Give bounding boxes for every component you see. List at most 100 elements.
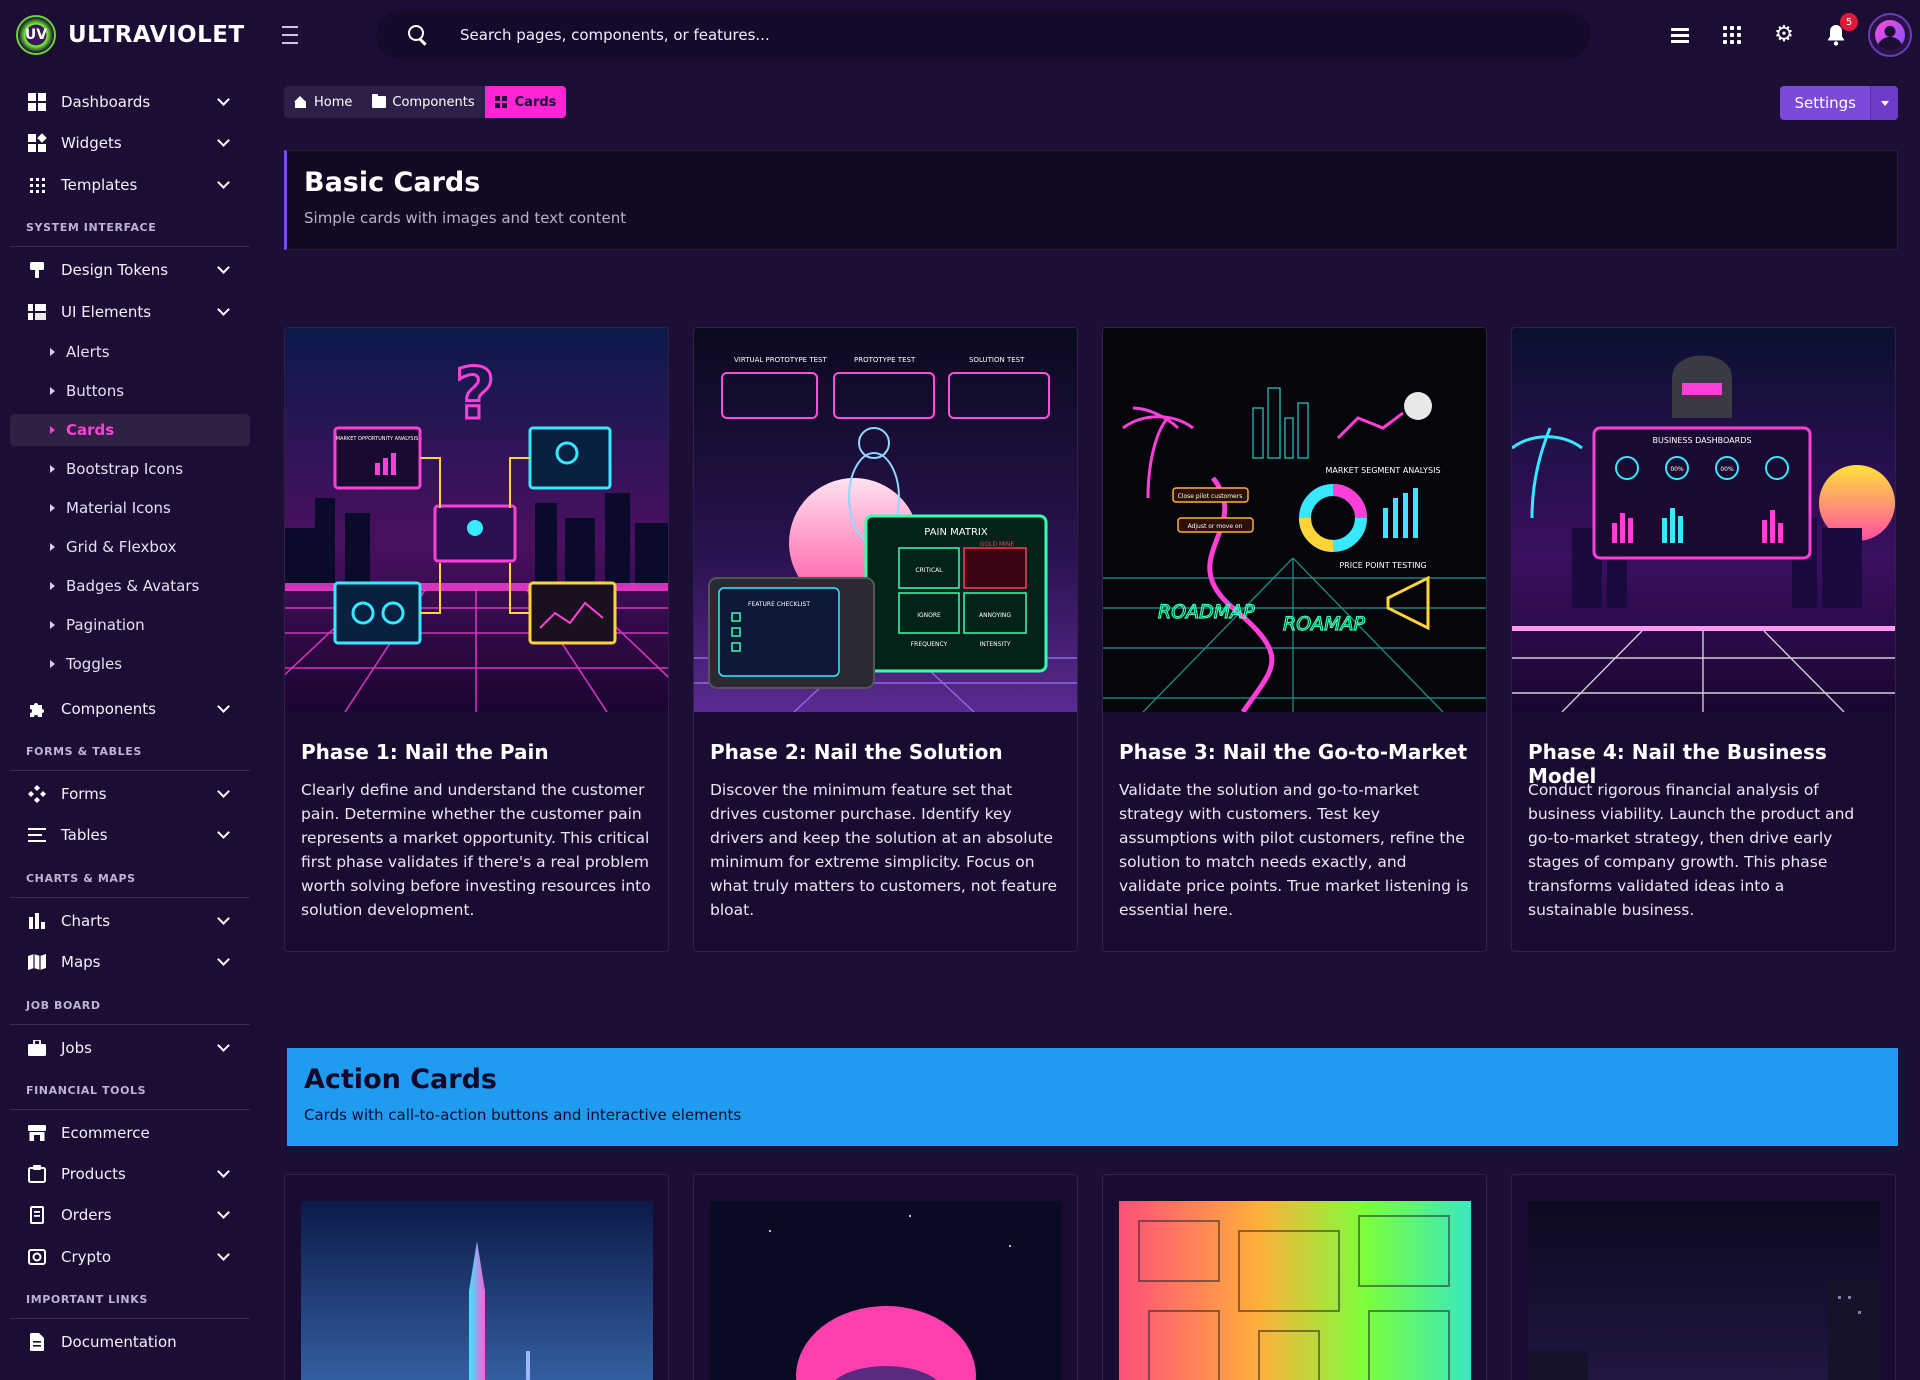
search-input[interactable] <box>460 26 1590 44</box>
breadcrumb-label: Components <box>392 94 475 110</box>
apps-grid-icon[interactable] <box>1720 23 1744 47</box>
divider <box>10 1024 250 1025</box>
sidebar-item-label: UI Elements <box>61 303 152 321</box>
settings-button[interactable]: Settings <box>1780 86 1870 120</box>
widgets-icon <box>27 133 47 153</box>
sidebar-subitem-cards[interactable]: Cards <box>10 414 250 446</box>
section-heading: FORMS & TABLES <box>26 745 142 758</box>
sidebar-item-label: Forms <box>61 785 107 803</box>
card-image: MARKET SEGMENT ANALYSIS PRICE POINT TEST… <box>1103 328 1486 712</box>
sidebar-item-templates[interactable]: Templates <box>10 168 250 202</box>
briefcase-icon <box>27 1038 47 1058</box>
caret-right-icon <box>50 465 55 473</box>
sidebar-item-forms[interactable]: Forms <box>10 777 250 811</box>
card-image <box>710 1201 1062 1380</box>
sidebar-item-widgets[interactable]: Widgets <box>10 126 250 160</box>
chevron-down-icon <box>217 1248 230 1261</box>
brand[interactable]: UV ULTRAVIOLET <box>0 15 262 55</box>
chevron-down-icon <box>217 785 230 798</box>
chevron-down-icon <box>217 1165 230 1178</box>
image-label: MARKET OPPORTUNITY ANALYSIS <box>336 436 419 442</box>
sidebar-subitem-label: Badges & Avatars <box>66 577 200 595</box>
sidebar-item-dashboards[interactable]: Dashboards <box>10 85 250 119</box>
chevron-down-icon <box>217 134 230 147</box>
top-bar: UV ULTRAVIOLET ⚙ 5 <box>0 0 1920 70</box>
settings-dropdown-toggle[interactable] <box>1870 86 1898 120</box>
sidebar-item-crypto[interactable]: Crypto <box>10 1240 250 1274</box>
sidebar-subitem-grid-flexbox[interactable]: Grid & Flexbox <box>10 531 250 563</box>
search-bar[interactable] <box>376 11 1590 59</box>
divider <box>10 770 250 771</box>
sidebar-item-ecommerce[interactable]: Ecommerce <box>10 1116 250 1150</box>
forms-icon <box>27 784 47 804</box>
sidebar-subitem-buttons[interactable]: Buttons <box>10 375 250 407</box>
gear-icon[interactable]: ⚙ <box>1772 23 1796 47</box>
action-card-3 <box>1102 1174 1487 1380</box>
image-label: Close pilot customers <box>1178 493 1243 500</box>
user-avatar[interactable] <box>1868 13 1912 57</box>
sidebar-item-components[interactable]: Components <box>10 692 250 726</box>
chevron-down-icon <box>217 1206 230 1219</box>
image-label: PROTOTYPE TEST <box>854 356 916 364</box>
image-label: Adjust or move on <box>1188 523 1243 530</box>
sidebar-item-label: Crypto <box>61 1248 112 1266</box>
image-label: CRITICAL <box>915 567 943 574</box>
sidebar-item-products[interactable]: Products <box>10 1157 250 1191</box>
brand-name: ULTRAVIOLET <box>68 22 245 48</box>
search-icon[interactable] <box>406 23 430 47</box>
sidebar-subitem-badges-avatars[interactable]: Badges & Avatars <box>10 570 250 602</box>
sidebar-item-design-tokens[interactable]: Design Tokens <box>10 253 250 287</box>
image-label: 00% <box>1670 466 1684 473</box>
image-label: FREQUENCY <box>911 641 948 648</box>
breadcrumb: Home Components Cards <box>284 86 567 118</box>
products-icon <box>27 1164 47 1184</box>
section-heading: SYSTEM INTERFACE <box>26 221 157 234</box>
sidebar-item-jobs[interactable]: Jobs <box>10 1031 250 1065</box>
header-actions: ⚙ 5 <box>1640 13 1912 57</box>
sidebar: Dashboards Widgets Templates SYSTEM INTE… <box>0 70 262 1380</box>
caret-right-icon <box>50 543 55 551</box>
sidebar-item-label: Components <box>61 700 156 718</box>
sidebar-subitem-alerts[interactable]: Alerts <box>10 336 250 368</box>
sidebar-subitem-bootstrap-icons[interactable]: Bootstrap Icons <box>10 453 250 485</box>
image-label: BUSINESS DASHBOARDS <box>1653 436 1752 445</box>
card-title: Phase 1: Nail the Pain <box>301 740 549 764</box>
section-heading: IMPORTANT LINKS <box>26 1293 148 1306</box>
sidebar-item-orders[interactable]: Orders <box>10 1198 250 1232</box>
folder-icon <box>372 94 387 108</box>
divider <box>10 1318 250 1319</box>
card-text: Clearly define and understand the custom… <box>301 781 651 919</box>
breadcrumb-components[interactable]: Components <box>362 86 485 118</box>
sidebar-item-label: Maps <box>61 953 101 971</box>
image-label: MARKET SEGMENT ANALYSIS <box>1325 466 1440 475</box>
breadcrumb-home[interactable]: Home <box>284 86 363 118</box>
basic-cards-header: Basic Cards Simple cards with images and… <box>284 150 1898 250</box>
card-image: VIRTUAL PROTOTYPE TEST PROTOTYPE TEST SO… <box>694 328 1077 712</box>
card-text: Conduct rigorous financial analysis of b… <box>1528 781 1855 919</box>
sidebar-item-tables[interactable]: Tables <box>10 818 250 852</box>
store-icon <box>27 1123 47 1143</box>
settings-split-button: Settings <box>1780 86 1898 120</box>
bell-icon[interactable]: 5 <box>1824 13 1858 47</box>
chevron-up-icon <box>217 303 230 316</box>
sidebar-subitem-label: Toggles <box>66 655 123 673</box>
sidebar-subitem-material-icons[interactable]: Material Icons <box>10 492 250 524</box>
sidebar-subitem-toggles[interactable]: Toggles <box>10 648 250 680</box>
sidebar-item-charts[interactable]: Charts <box>10 904 250 938</box>
sidebar-item-ui-elements[interactable]: UI Elements <box>10 295 250 329</box>
ui-elements-icon <box>27 302 47 322</box>
card-text: Validate the solution and go-to-market s… <box>1119 781 1469 919</box>
divider <box>10 246 250 247</box>
sidebar-item-maps[interactable]: Maps <box>10 945 250 979</box>
sidebar-subitem-label: Alerts <box>66 343 110 361</box>
caret-right-icon <box>50 387 55 395</box>
caret-right-icon <box>50 621 55 629</box>
list-view-icon[interactable] <box>1668 23 1692 47</box>
sidebar-subitem-pagination[interactable]: Pagination <box>10 609 250 641</box>
menu-toggle-button[interactable] <box>262 23 318 47</box>
section-title: Basic Cards <box>304 167 481 198</box>
sidebar-item-label: Templates <box>61 176 138 194</box>
card-title: Phase 2: Nail the Solution <box>710 740 1003 764</box>
sidebar-item-documentation[interactable]: Documentation <box>10 1325 250 1359</box>
image-label: INTENSITY <box>979 641 1010 648</box>
